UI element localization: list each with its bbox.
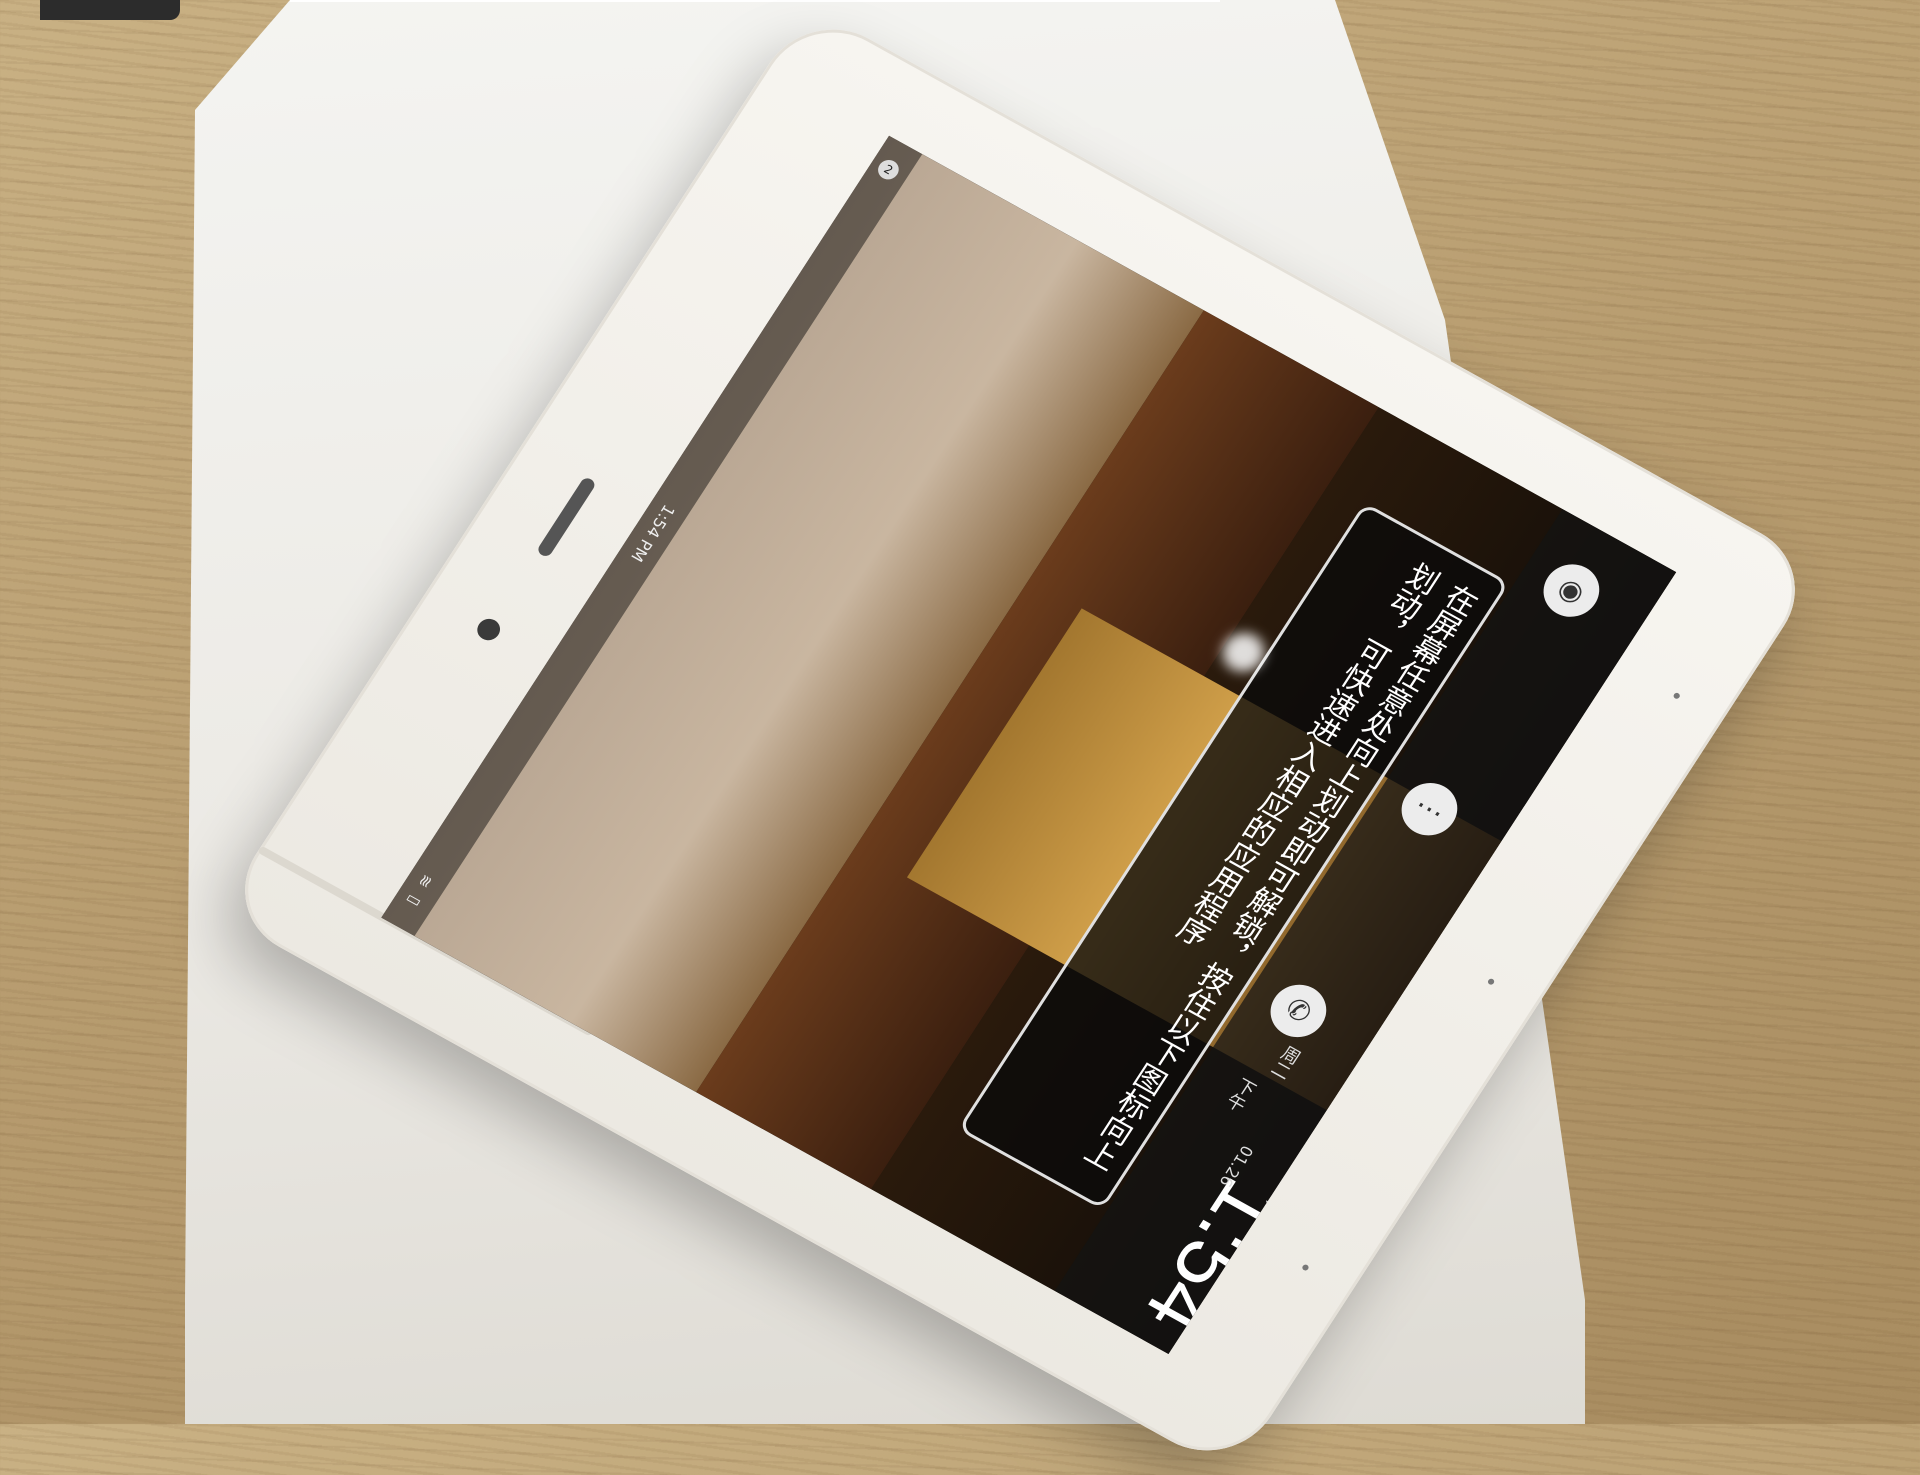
- notification-badge: 2: [874, 156, 903, 183]
- wifi-icon: ≋ ▭: [400, 871, 438, 912]
- box-edge-highlight: [290, 0, 1220, 2]
- laptop-corner: [40, 0, 180, 20]
